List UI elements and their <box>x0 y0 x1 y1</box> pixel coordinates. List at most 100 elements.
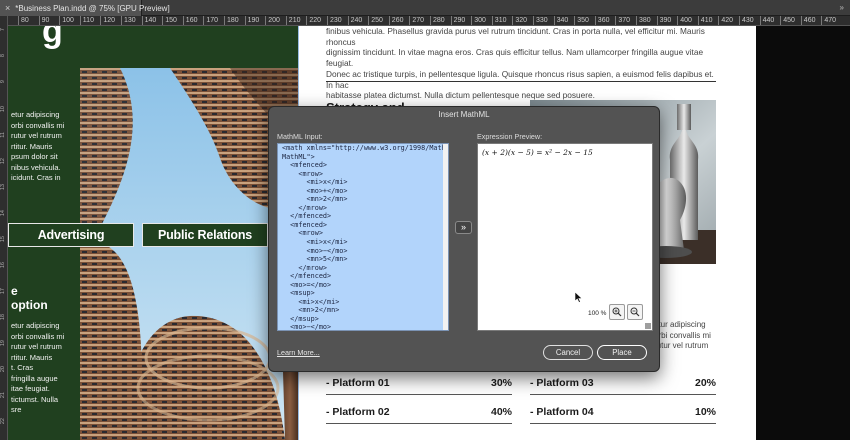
ruler-tick-label: 310 <box>491 16 506 25</box>
document-tab-bar: × *Business Plan.indd @ 75% [GPU Preview… <box>0 0 850 16</box>
horizontal-ruler[interactable]: 80 90 100 110 120 130 140 150 160 170 180 190 200 210… <box>8 16 850 26</box>
public-relations-label[interactable]: Public Relations <box>142 223 268 247</box>
zoom-out-button[interactable] <box>627 304 643 320</box>
text-line: etur adipiscing <box>11 321 60 330</box>
expression-preview: (x + 2)(x − 5) = x² − 2x − 15 <box>482 148 593 157</box>
mouse-pointer-icon <box>575 292 583 303</box>
text-line: rutur vel rutrum <box>654 341 709 350</box>
left-page-large-letter: g <box>42 26 63 50</box>
mathml-code-line: </mfenced> <box>282 212 332 221</box>
expression-preview-label: Expression Preview: <box>477 132 543 141</box>
ruler-tick-label: 150 <box>162 16 177 25</box>
ruler-tick-label: 380 <box>636 16 651 25</box>
left-page-paragraph-top[interactable]: etur adipiscing orbi convallis mi rutur … <box>11 110 75 184</box>
text-line: tictumst. Nulla <box>11 394 59 404</box>
mathml-code-line: <mrow> <box>282 169 323 178</box>
vertical-ruler[interactable]: 7 8 9 10 11 12 13 14 15 16 17 18 19 20 21 22 <box>0 16 8 440</box>
dialog-title[interactable]: Insert MathML <box>269 107 659 123</box>
insert-mathml-dialog[interactable]: Insert MathML MathML Input: Expression P… <box>268 106 660 372</box>
platform-name: - Platform 01 <box>326 377 390 389</box>
ruler-tick-label: 210 <box>285 16 300 25</box>
ruler-tick-label: 200 <box>265 16 280 25</box>
ruler-tick-label: 20 <box>0 366 6 373</box>
platform-divider <box>530 394 716 395</box>
zoom-out-icon <box>630 307 640 317</box>
close-tab-icon[interactable]: × <box>5 3 10 13</box>
ruler-tick-label: 12 <box>0 158 6 165</box>
update-preview-button[interactable]: » <box>455 221 472 234</box>
cancel-button[interactable]: Cancel <box>543 345 593 360</box>
mathml-code-line: <mfenced> <box>282 220 328 229</box>
platform-row[interactable]: - Platform 04 10% <box>530 404 716 420</box>
place-button[interactable]: Place <box>597 345 647 360</box>
mathml-input-scrollbar[interactable] <box>443 144 448 330</box>
mathml-code-line: <mo>=</mo> <box>282 280 332 289</box>
mathml-code-line: MathML"> <box>282 152 315 161</box>
ruler-tick-label: 140 <box>141 16 156 25</box>
ruler-tick-label: 240 <box>347 16 362 25</box>
indesign-window: × *Business Plan.indd @ 75% [GPU Preview… <box>0 0 850 440</box>
ruler-tick-label: 110 <box>79 16 94 25</box>
learn-more-link[interactable]: Learn More... <box>277 348 320 357</box>
heading-line: option <box>11 298 48 312</box>
text-line: psum dolor sit <box>11 152 58 161</box>
mathml-input-field[interactable]: <math xmlns="http://www.w3.org/1998/Math… <box>277 143 449 331</box>
heading-line: e <box>11 284 18 298</box>
text-line: orbi convallis mi <box>11 120 65 130</box>
left-page-paragraph-bottom[interactable]: etur adipiscing orbi convallis mi rutur … <box>11 321 75 416</box>
ruler-tick-label: 450 <box>780 16 795 25</box>
left-page-heading[interactable]: e option <box>11 284 48 312</box>
ruler-tick-label: 330 <box>533 16 548 25</box>
text-line: fringilla augue <box>11 373 58 383</box>
right-page-paragraph-2[interactable]: etur adipiscing orbi convallis mi rutur … <box>654 320 720 352</box>
text-line: rtitur. Mauris <box>11 141 53 151</box>
platform-divider <box>326 394 512 395</box>
zoom-level: 100 % <box>588 310 607 317</box>
zoom-in-button[interactable] <box>609 304 625 320</box>
ruler-tick-label: 280 <box>430 16 445 25</box>
ruler-tick-label: 190 <box>244 16 259 25</box>
ruler-tick-label: 170 <box>203 16 218 25</box>
ruler-tick-label: 270 <box>409 16 424 25</box>
ruler-tick-label: 130 <box>121 16 136 25</box>
ruler-tick-label: 290 <box>450 16 465 25</box>
mathml-code-line: <mi>x</mi> <box>282 238 348 247</box>
mathml-code-line: <mo>−</mo> <box>282 246 348 255</box>
mathml-code-line: <mfenced> <box>282 161 328 170</box>
document-tab-title: *Business Plan.indd @ 75% [GPU Preview] <box>15 3 170 13</box>
ruler-tick-label: 13 <box>0 184 6 191</box>
right-page-paragraph[interactable]: finibus vehicula. Phasellus gravida puru… <box>326 26 720 101</box>
architecture-photo[interactable] <box>80 68 300 440</box>
ruler-tick-label: 430 <box>739 16 754 25</box>
text-line: itae feugiat. <box>11 384 50 393</box>
ruler-tick-label: 8 <box>0 54 6 58</box>
ruler-tick-label: 16 <box>0 262 6 269</box>
ruler-tick-label: 14 <box>0 210 6 217</box>
document-tab[interactable]: × *Business Plan.indd @ 75% [GPU Preview… <box>0 0 170 16</box>
resize-grip-icon[interactable] <box>645 323 651 329</box>
mathml-code-line: </mrow> <box>282 203 328 212</box>
ruler-tick-label: 370 <box>615 16 630 25</box>
ruler-tick-label: 350 <box>574 16 589 25</box>
ruler-tick-label: 21 <box>0 392 6 399</box>
zoom-in-icon <box>612 307 622 317</box>
ruler-tick-label: 19 <box>0 340 6 347</box>
panel-menu-icon[interactable]: » <box>840 3 844 12</box>
ruler-tick-label: 90 <box>38 16 49 25</box>
mathml-code-line: <math xmlns="http://www.w3.org/1998/Math… <box>282 144 449 152</box>
platform-row[interactable]: - Platform 02 40% <box>326 404 512 420</box>
mathml-code-line: <mn>5</mn> <box>282 255 348 264</box>
architecture-photo-graphic <box>80 68 300 440</box>
platform-divider <box>326 423 512 424</box>
mathml-code-line: <mo>+</mo> <box>282 186 348 195</box>
advertising-label[interactable]: Advertising <box>8 223 134 247</box>
platform-row[interactable]: - Platform 01 30% <box>326 375 512 391</box>
ruler-tick-label: 17 <box>0 288 6 295</box>
section-divider <box>326 81 716 82</box>
mathml-code-line: </msup> <box>282 314 319 323</box>
mathml-code-line: <msup> <box>282 289 315 298</box>
platform-row[interactable]: - Platform 03 20% <box>530 375 716 391</box>
ruler-tick-label: 160 <box>182 16 197 25</box>
ruler-tick-label: 80 <box>18 16 29 25</box>
ruler-tick-label: 180 <box>224 16 239 25</box>
